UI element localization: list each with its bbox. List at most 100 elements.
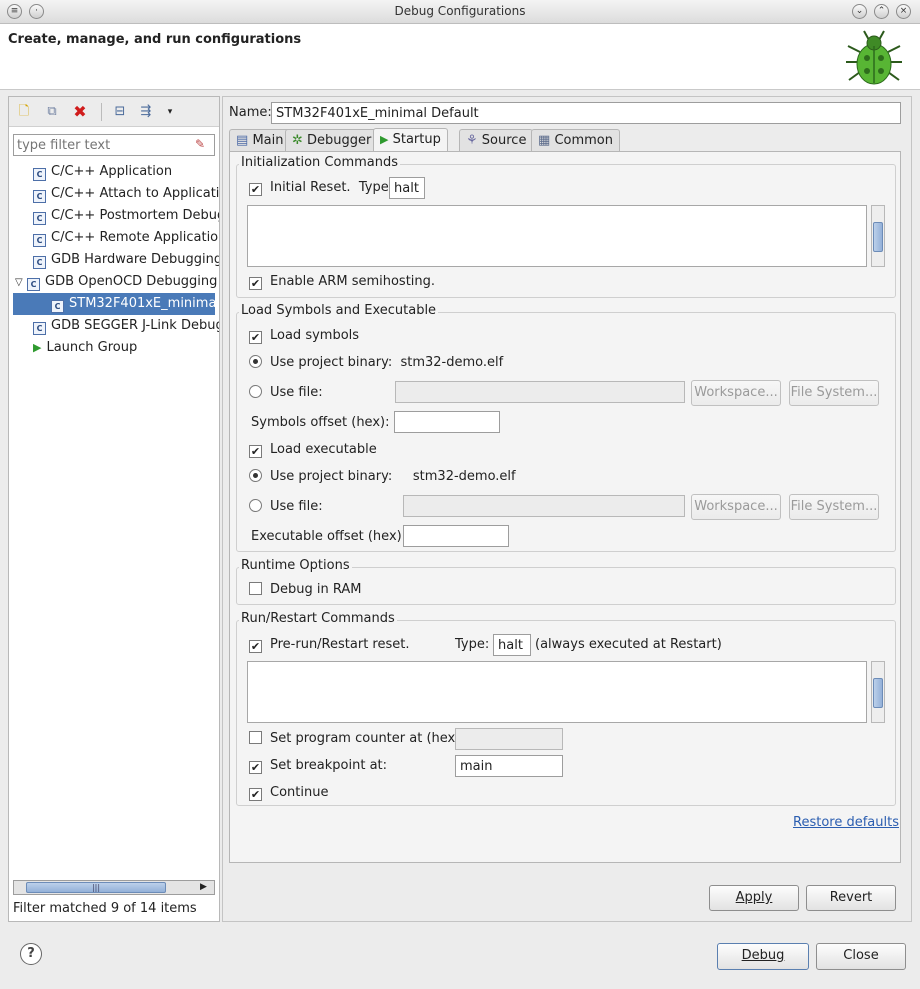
semihosting-checkbox[interactable]: ✔	[249, 277, 262, 290]
always-executed-note: (always executed at Restart)	[535, 637, 722, 652]
expanded-chevron-icon[interactable]: ▽	[15, 272, 27, 293]
symbols-use-file-radio[interactable]	[249, 385, 262, 398]
symbols-offset-input[interactable]	[394, 411, 500, 433]
duplicate-icon[interactable]: ⧉	[43, 103, 61, 121]
tree-item-cpp-postmortem[interactable]: CC/C++ Postmortem Debugger	[9, 205, 219, 227]
close-button[interactable]: Close	[816, 943, 906, 970]
window-title: Debug Configurations	[394, 4, 526, 18]
c-config-icon: C	[33, 256, 46, 269]
main-tab-icon: ▤	[236, 133, 249, 148]
executable-project-binary-radio[interactable]	[249, 469, 262, 482]
prerun-reset-checkbox[interactable]: ✔	[249, 640, 262, 653]
group-label: Run/Restart Commands	[239, 611, 397, 626]
set-breakpoint-checkbox[interactable]: ✔	[249, 761, 262, 774]
tree-toolbar: 🗋 ⧉ ✖ ⊟ ⇶ ▾	[9, 97, 219, 127]
c-config-icon: C	[33, 190, 46, 203]
startup-tab-content: Initialization Commands ✔ Initial Reset. …	[229, 151, 901, 863]
tab-main[interactable]: ▤ Main	[229, 129, 291, 151]
c-config-icon: C	[33, 322, 46, 335]
run-commands-scrollbar[interactable]	[871, 661, 885, 723]
filter-menu-chevron-down-icon[interactable]: ▾	[161, 103, 179, 121]
debug-bug-icon	[846, 30, 902, 85]
executable-offset-label: Executable offset (hex):	[251, 529, 407, 544]
executable-file-input[interactable]	[403, 495, 685, 517]
common-tab-icon: ▦	[538, 133, 551, 148]
source-icon: ⚘	[466, 133, 478, 148]
scroll-right-icon[interactable]: ▶	[200, 881, 207, 894]
window-close-icon[interactable]: ×	[896, 4, 911, 19]
group-label: Initialization Commands	[239, 155, 400, 170]
header-title: Create, manage, and run configurations	[8, 32, 302, 47]
filter-status: Filter matched 9 of 14 items	[13, 901, 197, 916]
delete-icon[interactable]: ✖	[71, 103, 89, 121]
set-breakpoint-row: ✔ Set breakpoint at:	[249, 758, 388, 774]
executable-use-file-row: Use file:	[249, 499, 323, 514]
tree-item-selected-configuration[interactable]: CSTM32F401xE_minimal Default	[13, 293, 215, 315]
tree-item-gdb-openocd[interactable]: ▽ C GDB OpenOCD Debugging	[9, 271, 219, 293]
tree-item-cpp-remote[interactable]: C C/C++ Remote Application	[9, 227, 219, 249]
runtime-options-group: Runtime Options Debug in RAM	[236, 558, 896, 605]
prerun-type-input[interactable]	[493, 634, 531, 656]
executable-use-file-radio[interactable]	[249, 499, 262, 512]
load-executable-row: ✔ Load executable	[249, 442, 377, 458]
tab-common[interactable]: ▦ Common	[531, 129, 620, 151]
tree-item-gdb-segger[interactable]: CGDB SEGGER J-Link Debugging	[9, 315, 219, 337]
symbols-file-input[interactable]	[395, 381, 685, 403]
initial-reset-row: ✔ Initial Reset. Type:	[249, 180, 394, 196]
executable-project-binary-row: Use project binary: stm32-demo.elf	[249, 469, 516, 484]
minimize-icon[interactable]: ⌄	[852, 4, 867, 19]
toolbar-separator	[101, 103, 102, 121]
tab-debugger[interactable]: ✲ Debugger	[285, 129, 379, 151]
tree-item-gdb-hardware[interactable]: C GDB Hardware Debugging	[9, 249, 219, 271]
launch-group-icon: ▶	[33, 341, 42, 354]
symbols-offset-label: Symbols offset (hex):	[251, 415, 390, 430]
c-config-icon: C	[27, 278, 40, 291]
name-input[interactable]	[271, 102, 901, 124]
symbols-workspace-button[interactable]: Workspace...	[691, 380, 781, 406]
debug-in-ram-row: Debug in RAM	[249, 582, 361, 597]
prerun-reset-row: ✔ Pre-run/Restart reset.	[249, 637, 410, 653]
new-configuration-icon[interactable]: 🗋	[15, 103, 33, 121]
configuration-tree-panel: 🗋 ⧉ ✖ ⊟ ⇶ ▾ ✎ CC/C++ Application CC/C++ …	[8, 96, 220, 922]
apply-button[interactable]: Apply	[709, 885, 799, 911]
tree-item-launch-group[interactable]: ▶ Launch Group	[9, 337, 219, 359]
symbols-project-binary-radio[interactable]	[249, 355, 262, 368]
symbols-filesystem-button[interactable]: File System...	[789, 380, 879, 406]
debug-in-ram-checkbox[interactable]	[249, 582, 262, 595]
set-pc-checkbox[interactable]	[249, 731, 262, 744]
load-executable-checkbox[interactable]: ✔	[249, 445, 262, 458]
filter-input[interactable]	[13, 134, 215, 156]
group-label: Load Symbols and Executable	[239, 303, 439, 318]
executable-workspace-button[interactable]: Workspace...	[691, 494, 781, 520]
tree-item-cpp-application[interactable]: C C/C++ Application	[9, 161, 219, 183]
init-commands-textarea[interactable]	[247, 205, 867, 267]
tree-horizontal-scrollbar[interactable]: ||| ▶	[13, 880, 215, 895]
tab-source[interactable]: ⚘ Source	[459, 129, 534, 151]
filter-configurations-icon[interactable]: ⇶	[137, 103, 155, 121]
init-commands-scrollbar[interactable]	[871, 205, 885, 267]
executable-binary-value: stm32-demo.elf	[412, 469, 516, 484]
tree-item-cpp-attach[interactable]: C C/C++ Attach to Application	[9, 183, 219, 205]
set-pc-row: Set program counter at (hex):	[249, 731, 465, 746]
scrollbar-thumb[interactable]: |||	[26, 882, 166, 893]
continue-checkbox[interactable]: ✔	[249, 788, 262, 801]
executable-filesystem-button[interactable]: File System...	[789, 494, 879, 520]
set-pc-input[interactable]	[455, 728, 563, 750]
c-config-icon: C	[33, 234, 46, 247]
clear-filter-icon[interactable]: ✎	[195, 137, 205, 151]
load-symbols-checkbox[interactable]: ✔	[249, 331, 262, 344]
executable-offset-input[interactable]	[403, 525, 509, 547]
configuration-editor: Name: ▤ Main ✲ Debugger ▶ Startup ⚘ Sour…	[222, 96, 912, 922]
run-commands-textarea[interactable]	[247, 661, 867, 723]
initial-reset-type-input[interactable]	[389, 177, 425, 199]
initial-reset-checkbox[interactable]: ✔	[249, 183, 262, 196]
restore-defaults-link[interactable]: Restore defaults	[793, 815, 899, 830]
title-bar: ≡ · Debug Configurations ⌄ ⌃ ×	[0, 0, 920, 24]
breakpoint-input[interactable]	[455, 755, 563, 777]
help-icon[interactable]: ?	[20, 943, 42, 965]
collapse-all-icon[interactable]: ⊟	[111, 103, 129, 121]
maximize-icon[interactable]: ⌃	[874, 4, 889, 19]
debug-button[interactable]: Debug	[717, 943, 809, 970]
revert-button[interactable]: Revert	[806, 885, 896, 911]
tab-startup[interactable]: ▶ Startup	[373, 128, 448, 152]
